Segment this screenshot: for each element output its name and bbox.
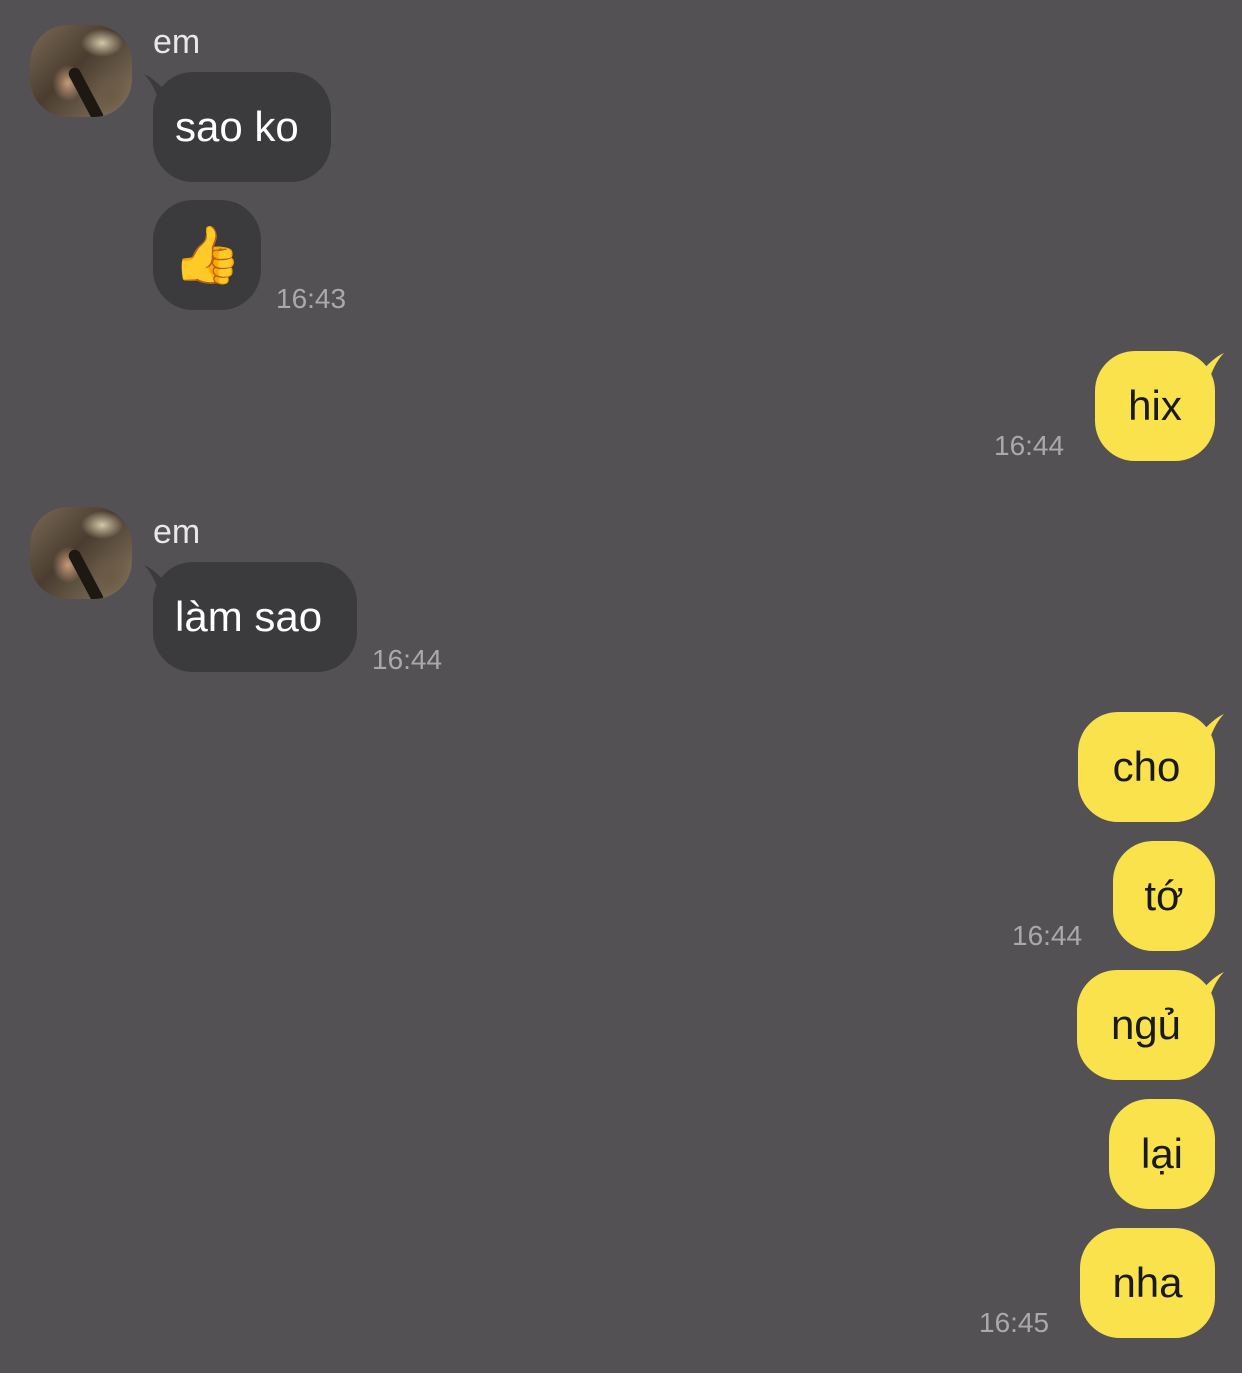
message-text: sao ko <box>175 103 299 150</box>
message-timestamp: 16:44 <box>994 430 1065 461</box>
message-text: hix <box>1128 382 1182 429</box>
avatar[interactable] <box>30 25 132 117</box>
message-text: lại <box>1140 1130 1184 1177</box>
message-timestamp: 16:44 <box>1012 920 1083 951</box>
message-text: nha <box>1112 1259 1183 1306</box>
message-bubble[interactable]: cho <box>1078 712 1215 822</box>
message-text: ngủ <box>1110 1001 1182 1048</box>
message-text: làm sao <box>175 593 323 640</box>
message-timestamp: 16:44 <box>372 644 443 675</box>
message-text: tớ <box>1144 872 1184 919</box>
message-bubble[interactable]: lại <box>1109 1099 1215 1209</box>
sender-name: em <box>153 513 201 551</box>
message-bubble[interactable]: nha <box>1080 1228 1215 1338</box>
message-bubble[interactable]: hix <box>1095 351 1215 461</box>
message-bubble[interactable]: ngủ <box>1077 970 1215 1080</box>
chat-thread[interactable]: em sao ko 👍 16:43 hix 16:44 em làm sao 1… <box>0 0 1242 1373</box>
message-timestamp: 16:45 <box>979 1307 1050 1338</box>
message-bubble[interactable]: làm sao <box>153 562 357 672</box>
avatar[interactable] <box>30 507 132 599</box>
thumbs-up-icon: 👍 <box>172 223 242 286</box>
message-timestamp: 16:43 <box>276 283 347 314</box>
message-text: cho <box>1112 743 1181 790</box>
message-bubble[interactable]: 👍 <box>153 200 261 310</box>
message-bubble[interactable]: tớ <box>1113 841 1215 951</box>
message-bubble[interactable]: sao ko <box>153 72 331 182</box>
sender-name: em <box>153 23 201 61</box>
